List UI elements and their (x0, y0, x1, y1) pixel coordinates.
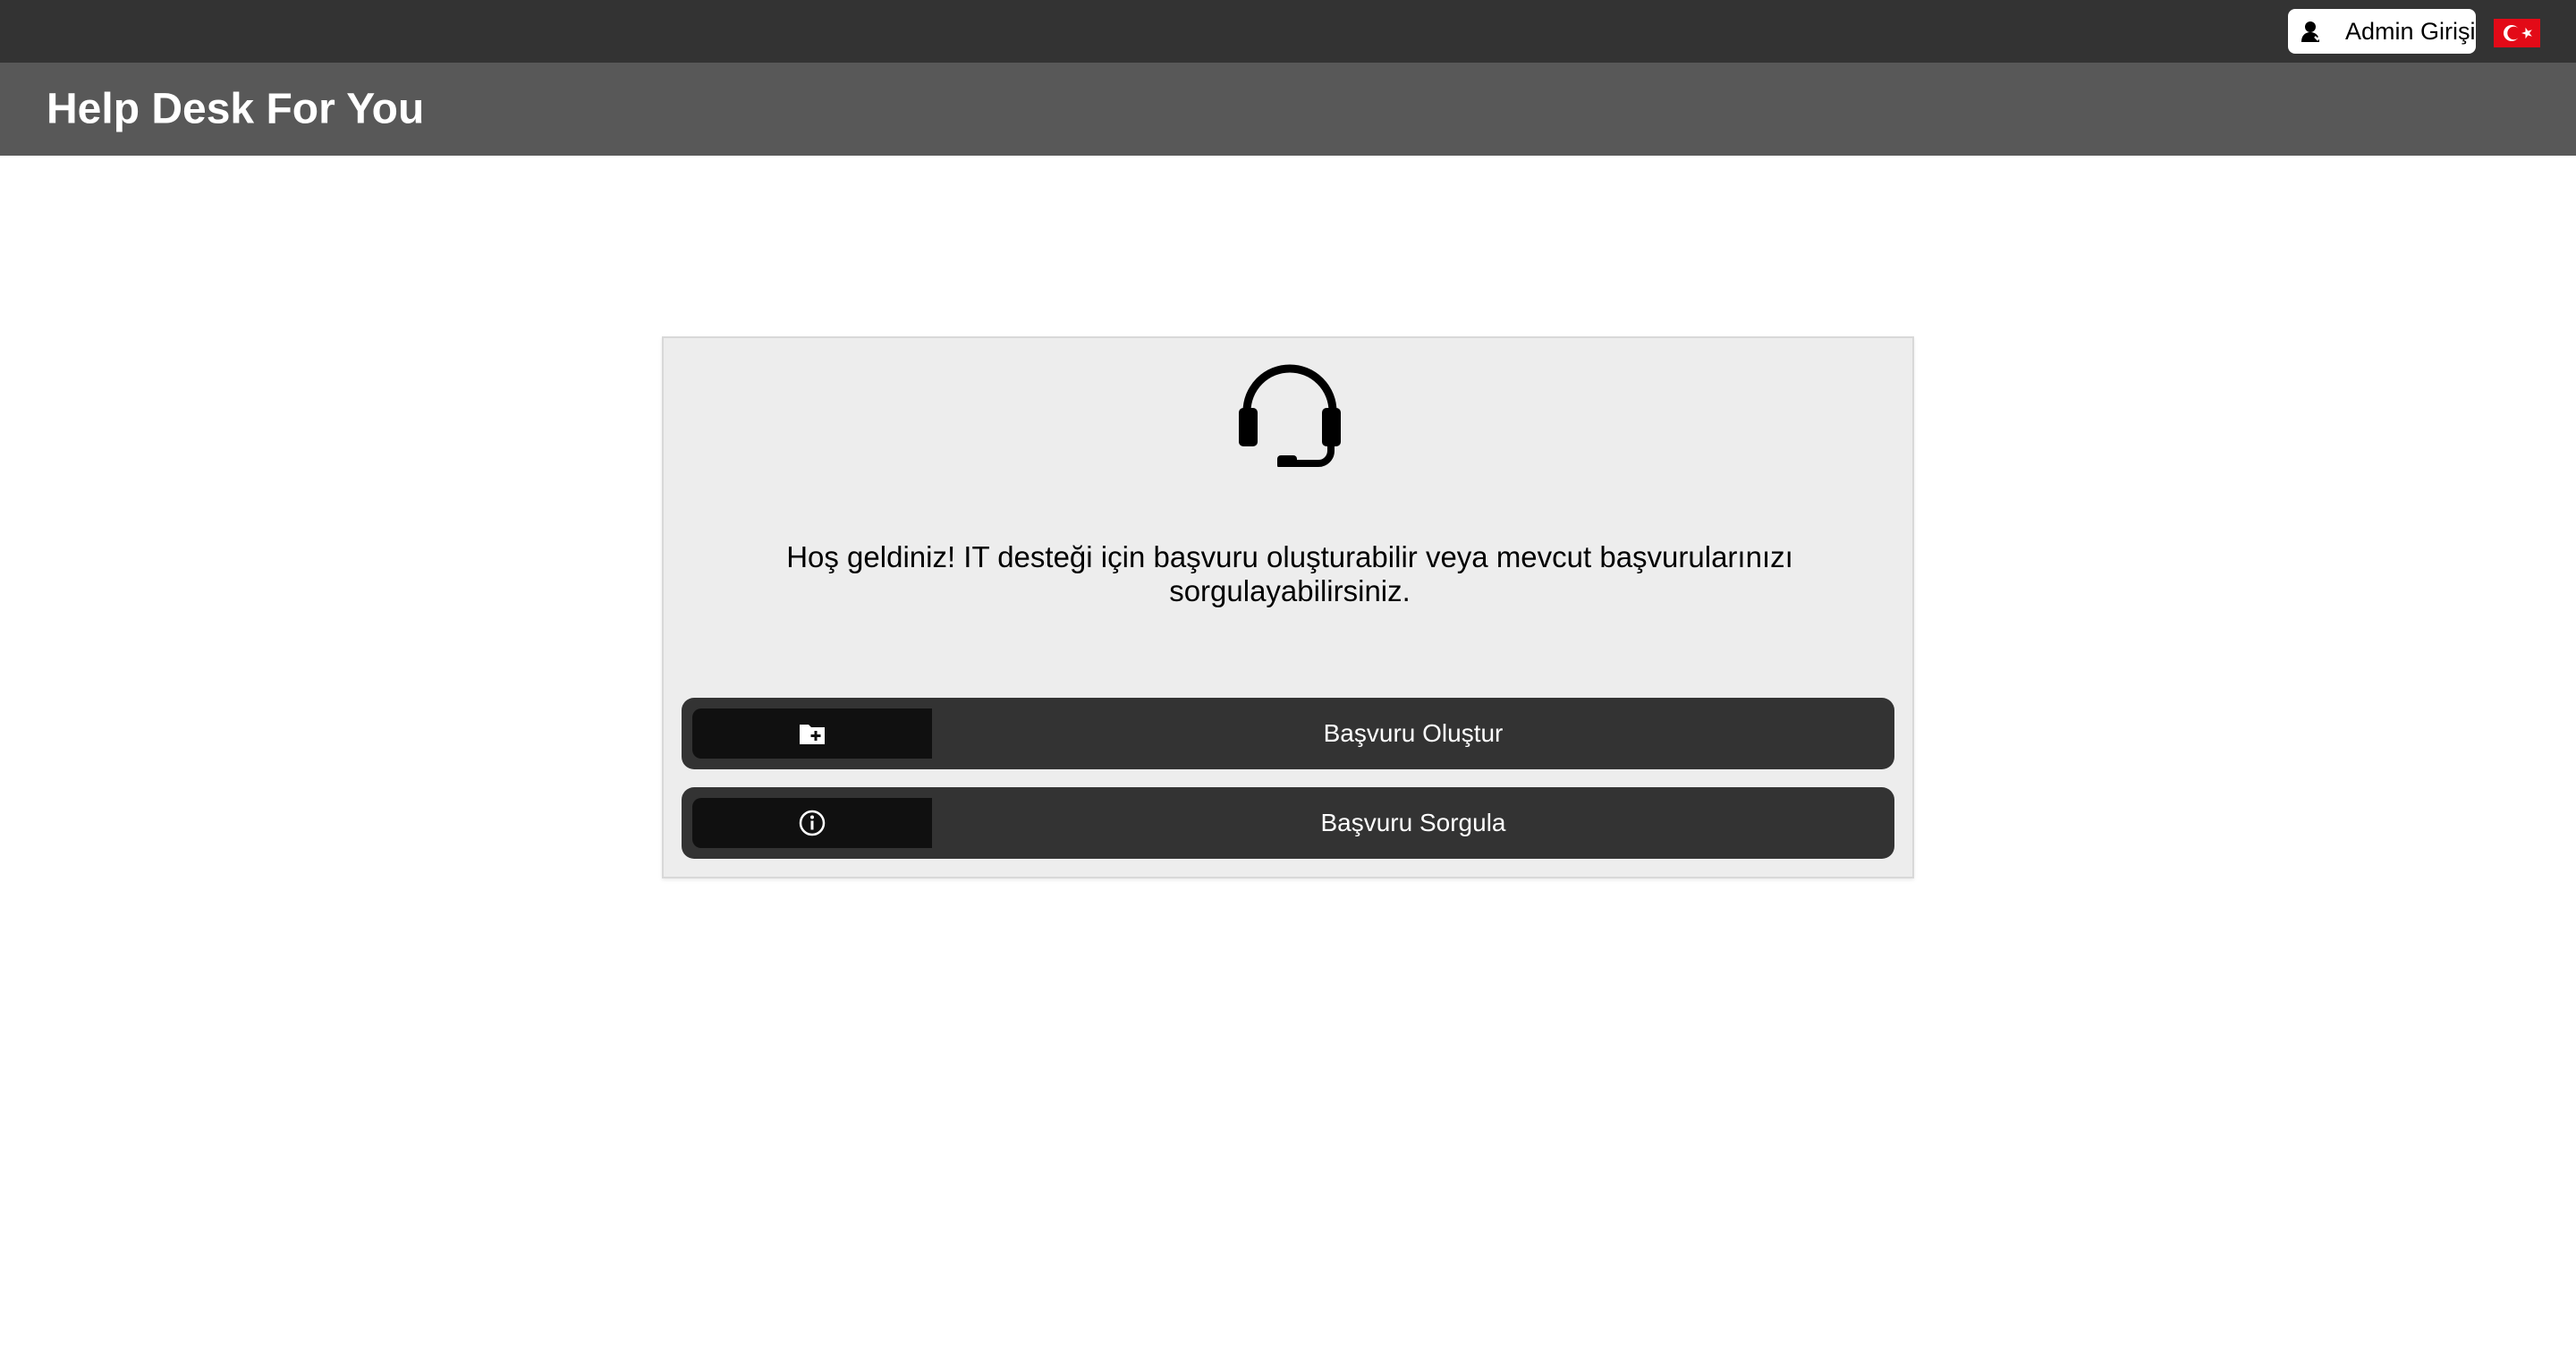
admin-login-button[interactable]: Admin Girişi (2288, 9, 2476, 54)
welcome-card: Hoş geldiniz! IT desteği için başvuru ol… (662, 336, 1914, 878)
folder-plus-icon (800, 725, 825, 744)
welcome-message: Hoş geldiniz! IT desteği için başvuru ol… (786, 540, 1793, 607)
create-request-button[interactable]: Başvuru Oluştur (682, 698, 1894, 769)
query-request-button[interactable]: Başvuru Sorgula (682, 787, 1894, 859)
app-header: Help Desk For You (0, 63, 2576, 156)
headset-icon (1238, 363, 1342, 469)
query-request-label: Başvuru Sorgula (1320, 809, 1506, 836)
create-request-label: Başvuru Oluştur (1323, 719, 1504, 747)
turkey-flag-icon[interactable] (2494, 19, 2540, 47)
info-circle-icon (799, 810, 826, 836)
query-request-icon-box (692, 798, 932, 848)
user-icon (2301, 20, 2324, 43)
top-bar: Admin Girişi (0, 0, 2576, 63)
admin-login-label: Admin Girişi (2345, 17, 2476, 45)
app-title: Help Desk For You (47, 85, 425, 133)
create-request-icon-box (692, 708, 932, 759)
